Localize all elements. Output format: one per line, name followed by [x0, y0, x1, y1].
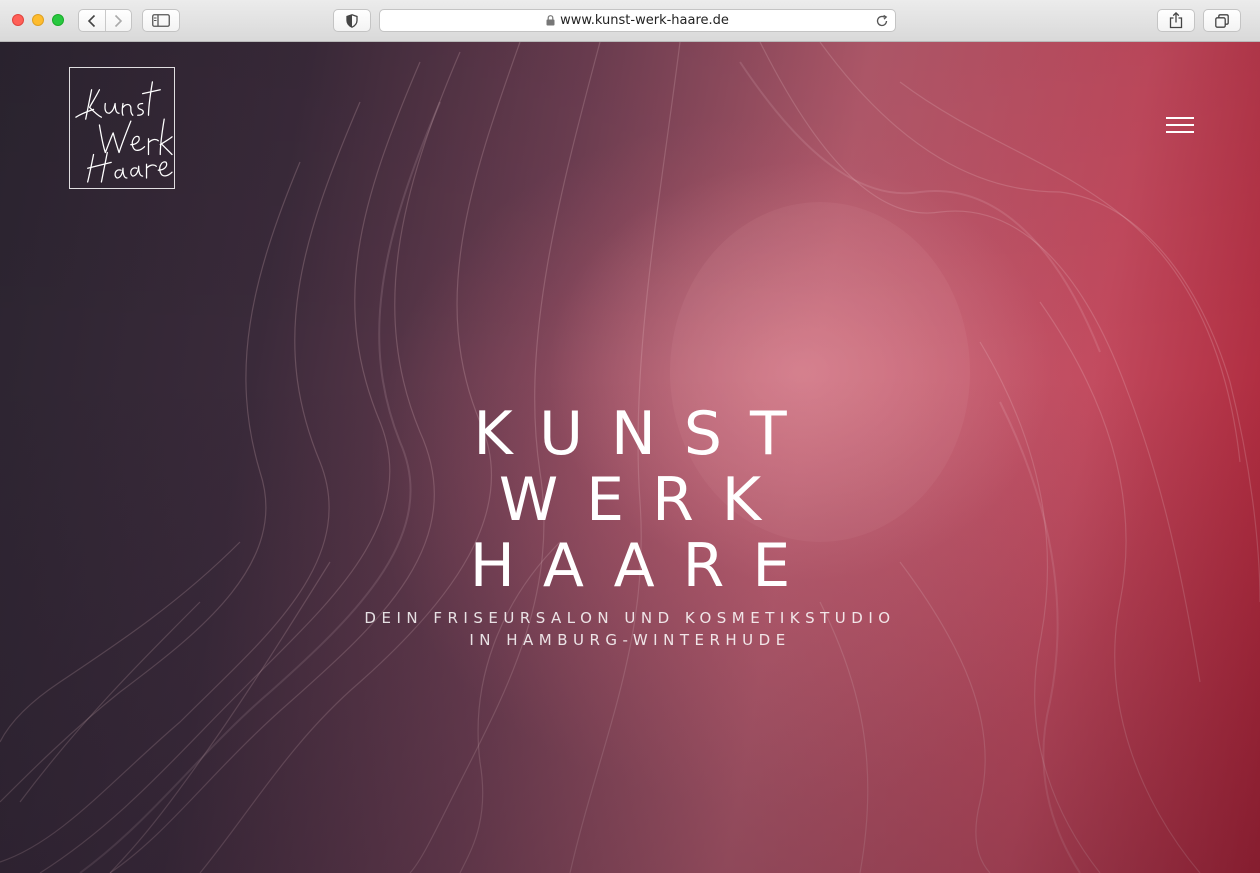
hero-title-line-1: KUNST: [473, 399, 815, 470]
tab-overview-button[interactable]: [1203, 9, 1241, 32]
menu-icon-bar: [1166, 117, 1194, 119]
sidebar-toggle-button[interactable]: [142, 9, 180, 32]
history-navigation: [78, 9, 132, 32]
reload-icon[interactable]: [875, 14, 889, 28]
share-button[interactable]: [1157, 9, 1195, 32]
share-icon: [1169, 12, 1183, 29]
site-logo[interactable]: [69, 67, 175, 189]
hero-subtitle: DEIN FRISEURSALON UND KOSMETIKSTUDIO IN …: [230, 607, 1030, 651]
address-url: www.kunst-werk-haare.de: [380, 10, 895, 31]
tabs-icon: [1215, 13, 1229, 28]
url-text: www.kunst-werk-haare.de: [560, 13, 729, 28]
back-button[interactable]: [79, 10, 105, 31]
shield-icon: [346, 13, 358, 28]
sidebar-icon: [152, 14, 170, 27]
browser-toolbar: www.kunst-werk-haare.de: [0, 0, 1260, 42]
zoom-window-button[interactable]: [52, 14, 64, 26]
address-bar[interactable]: www.kunst-werk-haare.de: [379, 9, 896, 32]
hero-subtitle-line-1: DEIN FRISEURSALON UND KOSMETIKSTUDIO: [364, 609, 896, 627]
hero-subtitle-line-2: IN HAMBURG-WINTERHUDE: [469, 631, 791, 649]
chevron-right-icon: [115, 14, 123, 27]
hero-section: KUNST WERK HAARE DEIN FRISEURSALON UND K…: [0, 42, 1260, 873]
menu-icon-bar: [1166, 124, 1194, 126]
hero-title: KUNST WERK HAARE: [330, 401, 930, 599]
chevron-left-icon: [87, 14, 96, 27]
hero-title-line-3: HAARE: [469, 531, 819, 602]
privacy-report-button[interactable]: [333, 9, 371, 32]
close-window-button[interactable]: [12, 14, 24, 26]
menu-icon-bar: [1166, 131, 1194, 133]
menu-button[interactable]: [1166, 115, 1194, 135]
hero-title-line-2: WERK: [498, 465, 790, 536]
forward-button[interactable]: [104, 10, 131, 31]
lock-icon: [546, 15, 555, 26]
logo-signature-icon: [75, 81, 173, 183]
minimize-window-button[interactable]: [32, 14, 44, 26]
